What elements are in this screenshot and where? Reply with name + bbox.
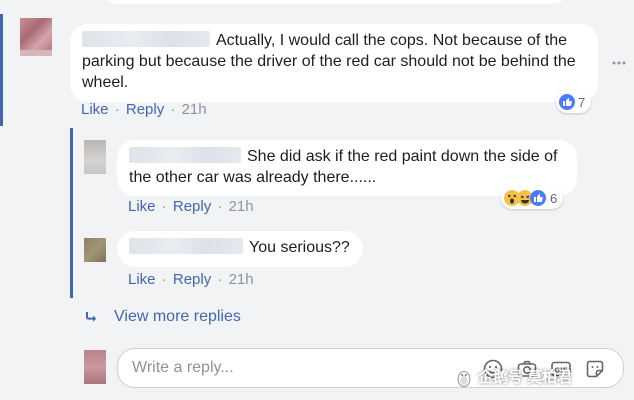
reply-arrow-icon	[84, 309, 100, 325]
reply-text: You serious??	[249, 239, 350, 256]
reply-timestamp[interactable]: 21h	[229, 271, 254, 288]
reply-timestamp[interactable]: 21h	[229, 198, 254, 215]
reply-thread-line	[70, 128, 73, 298]
separator-dot: ·	[170, 101, 176, 118]
watermark-text: 企鹅号 莫柏君	[478, 369, 573, 386]
commenter-name-blurred[interactable]	[82, 31, 210, 47]
penguin-logo-icon	[456, 369, 472, 387]
reply-actions: Like · Reply · 21h	[128, 271, 254, 288]
previous-comment-bubble-edge	[100, 0, 570, 4]
reply-placeholder: Write a reply...	[132, 359, 234, 376]
avatar-blur-strip	[20, 50, 52, 56]
separator-dot: ·	[161, 271, 167, 288]
reaction-summary[interactable]: 6	[501, 187, 564, 209]
thread-line	[0, 14, 3, 126]
like-link[interactable]: Like	[81, 101, 109, 118]
sticker-icon[interactable]	[584, 358, 606, 380]
view-more-label: View more replies	[114, 308, 241, 325]
commenter-name-blurred[interactable]	[129, 147, 241, 163]
view-more-replies[interactable]: View more replies	[84, 308, 241, 326]
reaction-count: 6	[550, 190, 558, 206]
reaction-count: 7	[578, 94, 586, 110]
like-reaction-icon	[559, 94, 575, 110]
avatar[interactable]	[84, 140, 106, 174]
separator-dot: ·	[161, 198, 167, 215]
avatar[interactable]	[20, 18, 52, 50]
reaction-summary[interactable]: 7	[556, 91, 592, 113]
comment-actions: Like · Reply · 21h	[81, 101, 207, 118]
like-link[interactable]: Like	[128, 271, 156, 288]
comment-bubble: Actually, I would call the cops. Not bec…	[70, 24, 598, 102]
separator-dot: ·	[217, 271, 223, 288]
reply-bubble: You serious??	[117, 231, 363, 267]
like-reaction-icon	[530, 190, 546, 206]
reply-link[interactable]: Reply	[173, 198, 211, 215]
reply-link[interactable]: Reply	[173, 271, 211, 288]
avatar[interactable]	[84, 350, 106, 384]
separator-dot: ·	[114, 101, 120, 118]
separator-dot: ·	[217, 198, 223, 215]
reply-actions: Like · Reply · 21h	[128, 198, 254, 215]
more-options-icon[interactable]	[612, 52, 626, 68]
comment-timestamp[interactable]: 21h	[182, 101, 207, 118]
avatar[interactable]	[84, 238, 106, 262]
like-link[interactable]: Like	[128, 198, 156, 215]
reply-link[interactable]: Reply	[126, 101, 164, 118]
commenter-name-blurred[interactable]	[129, 238, 243, 254]
watermark: 企鹅号 莫柏君	[456, 366, 572, 387]
